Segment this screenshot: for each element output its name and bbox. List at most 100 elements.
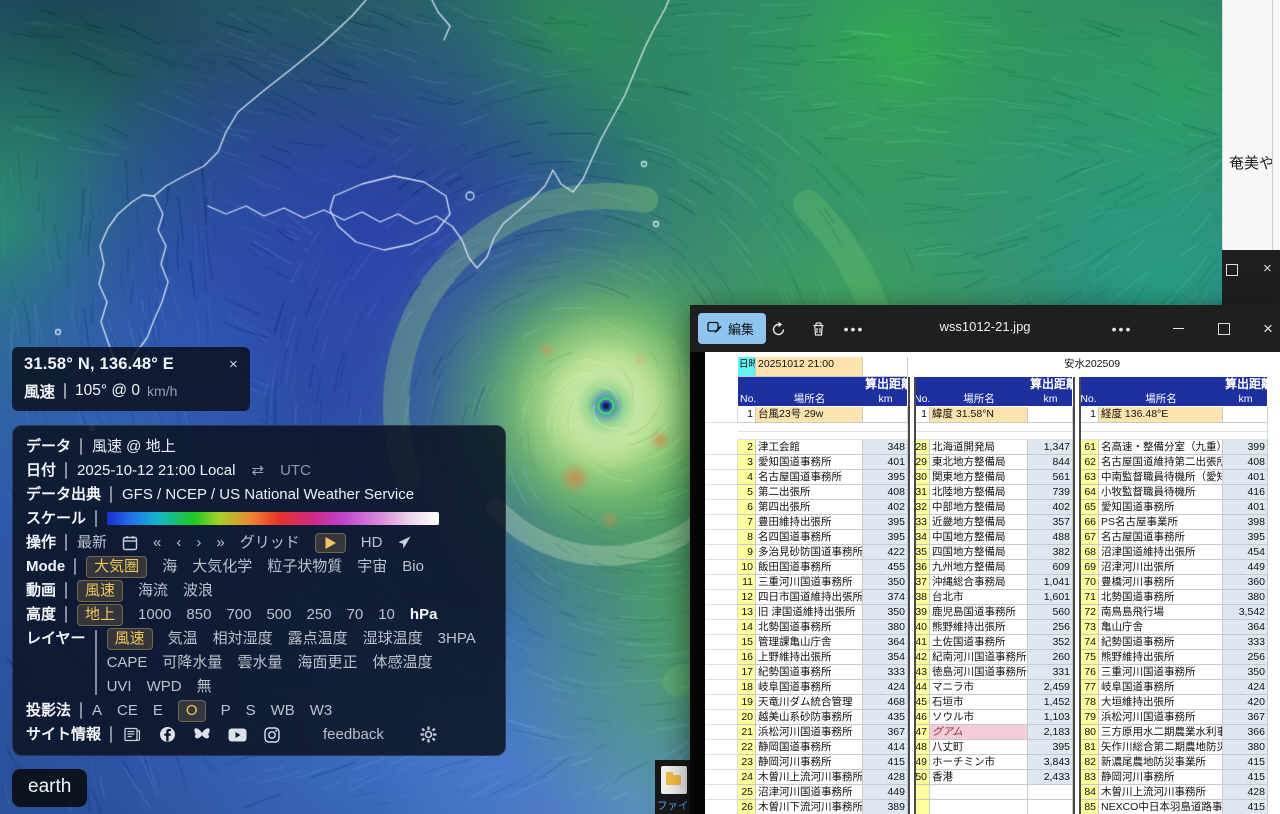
panel-option[interactable]: CE bbox=[117, 699, 138, 722]
sheet-cell-no: 2 bbox=[738, 440, 756, 455]
panel-option[interactable]: 粒子状物質 bbox=[267, 555, 342, 578]
rotate-icon[interactable] bbox=[766, 317, 790, 341]
sheet-header-dist: 算出距離 bbox=[1223, 377, 1268, 393]
panel-option[interactable]: UVI bbox=[107, 675, 132, 698]
panel-row-label: 動画 bbox=[26, 579, 56, 602]
panel-option[interactable]: 3HPA bbox=[438, 627, 476, 650]
sheet-cell-name: 東北地方整備局 bbox=[930, 455, 1028, 470]
sheet-cell-name: 豊田維持出張所 bbox=[756, 515, 863, 530]
minimize-icon[interactable] bbox=[1156, 305, 1200, 352]
sheet-cell-name: 大垣維持出張所 bbox=[1099, 695, 1223, 710]
panel-option[interactable]: hPa bbox=[410, 603, 438, 626]
panel-option[interactable]: WPD bbox=[147, 675, 182, 698]
sheet-cell-no: 17 bbox=[738, 665, 756, 680]
panel-row: データ出典GFS / NCEP / US National Weather Se… bbox=[26, 483, 490, 506]
panel-option[interactable]: 海面更正 bbox=[297, 651, 357, 674]
panel-option[interactable]: 850 bbox=[186, 603, 211, 626]
panel-option[interactable]: 700 bbox=[226, 603, 251, 626]
play-icon[interactable] bbox=[315, 533, 346, 553]
close-icon[interactable]: × bbox=[1246, 305, 1280, 352]
earth-menu-button[interactable]: earth bbox=[12, 769, 87, 807]
panel-option[interactable]: CAPE bbox=[107, 651, 148, 674]
panel-option[interactable]: 体感温度 bbox=[372, 651, 432, 674]
panel-option[interactable]: 大気化学 bbox=[192, 555, 252, 578]
sheet-cell-no: 3 bbox=[738, 455, 756, 470]
maximize-icon[interactable] bbox=[1202, 305, 1246, 352]
panel-row-label: Mode bbox=[26, 555, 65, 578]
youtube-icon[interactable] bbox=[227, 725, 247, 745]
sheet-cell-name: 越美山系砂防事務所 bbox=[756, 710, 863, 725]
sheet-cell bbox=[1078, 432, 1268, 440]
panel-option[interactable]: 250 bbox=[307, 603, 332, 626]
panel-row-content: A CE EOPS WB W3 bbox=[92, 699, 332, 722]
panel-option[interactable]: 相対湿度 bbox=[213, 627, 273, 650]
panel-option[interactable]: » bbox=[216, 531, 224, 554]
panel-option[interactable]: 可降水量 bbox=[162, 651, 222, 674]
panel-option[interactable]: 風速 bbox=[77, 580, 123, 602]
panel-option[interactable]: 500 bbox=[266, 603, 291, 626]
close-icon[interactable]: × bbox=[1263, 260, 1272, 277]
panel-row: 操作最新«‹›»グリッドHD bbox=[26, 531, 490, 554]
sheet-cell-name: 北勢国道事務所 bbox=[756, 620, 863, 635]
panel-option[interactable]: 地上 bbox=[77, 604, 123, 626]
panel-option[interactable]: Bio bbox=[402, 555, 424, 578]
panel-option[interactable]: 無 bbox=[197, 675, 212, 698]
more-icon[interactable]: ••• bbox=[842, 317, 866, 341]
sheet-cell-km: 401 bbox=[1223, 500, 1268, 515]
close-icon[interactable]: × bbox=[221, 356, 238, 373]
panel-option[interactable]: 露点温度 bbox=[288, 627, 348, 650]
panel-value[interactable]: UTC bbox=[280, 459, 311, 482]
butterfly-icon[interactable] bbox=[192, 725, 212, 745]
feedback-link[interactable]: feedback bbox=[323, 723, 384, 746]
sheet-date-label: 日時 bbox=[738, 357, 756, 377]
panel-option[interactable]: › bbox=[196, 531, 201, 554]
panel-option[interactable]: E bbox=[153, 699, 163, 722]
panel-option[interactable]: グリッド bbox=[240, 531, 300, 554]
delete-icon[interactable] bbox=[806, 317, 830, 341]
panel-option[interactable]: W3 bbox=[310, 699, 333, 722]
sheet-cell-name: 八丈町 bbox=[930, 740, 1028, 755]
wind-speed-value: 105° @ 0 bbox=[75, 382, 140, 400]
swap-local-utc-icon[interactable]: ⇄ bbox=[251, 459, 264, 482]
file-explorer-desktop-icon[interactable] bbox=[661, 766, 687, 794]
gear-icon[interactable] bbox=[419, 725, 439, 745]
sheet-cell-km: 3,843 bbox=[1028, 755, 1073, 770]
news-icon[interactable] bbox=[122, 725, 142, 745]
panel-option[interactable]: HD bbox=[361, 531, 383, 554]
panel-option[interactable]: 10 bbox=[378, 603, 395, 626]
panel-option[interactable]: 気温 bbox=[168, 627, 198, 650]
sheet-cell-name: 岐阜国道事務所 bbox=[1099, 680, 1223, 695]
divider bbox=[65, 462, 67, 479]
panel-option[interactable]: A bbox=[92, 699, 102, 722]
panel-option[interactable]: WB bbox=[271, 699, 295, 722]
scrollbar[interactable] bbox=[1272, 0, 1273, 250]
panel-option[interactable]: 海流 bbox=[138, 579, 168, 602]
panel-option[interactable]: 海 bbox=[162, 555, 177, 578]
panel-option[interactable]: 波浪 bbox=[183, 579, 213, 602]
panel-option[interactable]: 大気圏 bbox=[86, 556, 147, 578]
panel-option[interactable]: ‹ bbox=[176, 531, 181, 554]
instagram-icon[interactable] bbox=[262, 725, 282, 745]
panel-option[interactable]: 風速 bbox=[107, 628, 153, 650]
sheet-cell bbox=[738, 432, 908, 440]
sheet-cell bbox=[705, 500, 738, 515]
more-icon[interactable]: ••• bbox=[1110, 317, 1134, 341]
panel-option[interactable]: 70 bbox=[347, 603, 364, 626]
panel-option[interactable]: 雲水量 bbox=[237, 651, 282, 674]
color-scale-bar[interactable] bbox=[107, 512, 439, 525]
panel-option[interactable]: 湿球温度 bbox=[363, 627, 423, 650]
maximize-icon[interactable] bbox=[1226, 263, 1238, 281]
panel-option[interactable]: 最新 bbox=[77, 531, 107, 554]
panel-option[interactable]: O bbox=[178, 700, 206, 722]
facebook-icon[interactable] bbox=[157, 725, 177, 745]
panel-option[interactable]: 1000 bbox=[138, 603, 171, 626]
sheet-cell-name: 沼津河川国道事務所 bbox=[756, 785, 863, 800]
calendar-icon[interactable] bbox=[122, 535, 138, 551]
panel-option[interactable]: « bbox=[153, 531, 161, 554]
panel-option[interactable]: 宇宙 bbox=[357, 555, 387, 578]
navigation-icon[interactable] bbox=[397, 535, 412, 550]
edit-button[interactable]: 編集 bbox=[698, 313, 766, 344]
panel-option[interactable]: S bbox=[246, 699, 256, 722]
panel-option[interactable]: P bbox=[221, 699, 231, 722]
sheet-cell-name: 沼津河川出張所 bbox=[1099, 560, 1223, 575]
